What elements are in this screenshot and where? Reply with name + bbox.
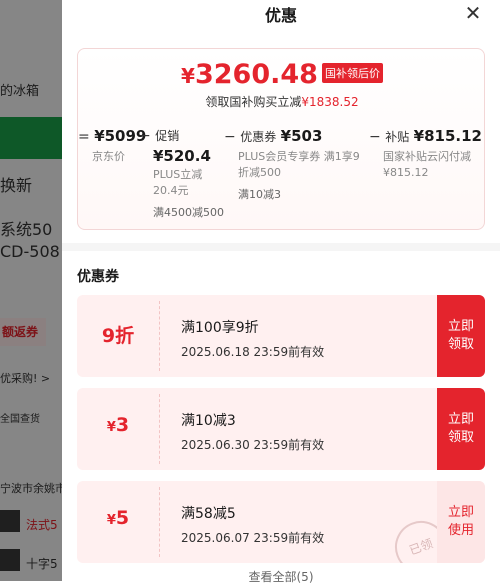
close-icon[interactable]: ✕	[460, 0, 486, 26]
button-label: 立即	[447, 319, 474, 334]
coupon-label: 优惠券	[240, 130, 277, 144]
coupon-value: ¥3	[77, 388, 159, 470]
operator: −	[224, 129, 236, 145]
subsidy-amount: ¥1838.52	[301, 95, 359, 109]
subsidy-label: 补贴	[385, 130, 410, 144]
button-label: 立即	[447, 505, 474, 520]
overlay-dim[interactable]	[0, 0, 62, 581]
coupon-amount: 3	[115, 414, 130, 436]
coupon-value: ¥503	[280, 127, 323, 145]
final-price: ¥3260.48 国补领后价	[78, 59, 484, 90]
promo-detail: 20.4元	[153, 184, 189, 197]
coupon-name: 满58减5	[181, 506, 236, 522]
coupon-amount: 9折	[101, 325, 135, 347]
coupon-name: 满100享9折	[181, 320, 259, 336]
coupon-card[interactable]: ¥5 满58减5 2025.06.07 23:59前有效 已领 立即 使用	[77, 481, 485, 563]
sheet-title: 优惠	[264, 6, 297, 25]
promo-block: − 促销	[139, 127, 179, 144]
currency-symbol: ¥	[106, 513, 116, 528]
subsidy-detail: 国家补贴云闪付减	[383, 150, 471, 163]
coupon-card[interactable]: 9折 满100享9折 2025.06.18 23:59前有效 立即 领取	[77, 295, 485, 377]
coupon-value: 9折	[77, 295, 159, 377]
coupon-card[interactable]: ¥3 满10减3 2025.06.30 23:59前有效 立即 领取	[77, 388, 485, 470]
button-label: 立即	[447, 412, 474, 427]
coupon-divider	[159, 487, 160, 557]
coupons-section-title: 优惠券	[77, 269, 119, 285]
subsidy-block: − 补贴 ¥815.12	[369, 127, 482, 145]
promo-label: 促销	[155, 129, 180, 143]
subsidy-value: ¥815.12	[413, 127, 482, 145]
coupon-block: − 优惠券 ¥503	[224, 127, 322, 145]
jd-price-label: 京东价	[92, 150, 125, 163]
coupon-expiry: 2025.06.07 23:59前有效	[181, 531, 325, 545]
operator: =	[78, 129, 90, 145]
operator: −	[139, 128, 151, 144]
claim-coupon-button[interactable]: 立即 领取	[437, 388, 485, 470]
claim-coupon-button[interactable]: 立即 领取	[437, 295, 485, 377]
promo-detail: 满4500减500	[153, 206, 224, 219]
coupon-amount: 5	[115, 507, 130, 529]
coupon-value: ¥5	[77, 481, 159, 563]
discount-sheet: 优惠 ✕ ¥3260.48 国补领后价 领取国补购买立减¥1838.52 = ¥5…	[62, 0, 500, 584]
coupon-detail: 满10减3	[238, 188, 281, 201]
subsidy-line: 领取国补购买立减¥1838.52	[78, 93, 484, 110]
subsidy-detail: ¥815.12	[383, 166, 429, 179]
operator: −	[369, 129, 381, 145]
coupon-expiry: 2025.06.18 23:59前有效	[181, 345, 325, 359]
coupon-detail: 折减500	[238, 166, 281, 179]
view-all-coupons-link[interactable]: 查看全部(5)	[62, 568, 500, 585]
price-summary-card: ¥3260.48 国补领后价 领取国补购买立减¥1838.52 = ¥5099 京…	[77, 48, 485, 230]
coupon-divider	[159, 394, 160, 464]
jd-price-block: = ¥5099	[78, 127, 146, 145]
coupon-info: 满100享9折 2025.06.18 23:59前有效	[181, 317, 324, 360]
currency-symbol: ¥	[181, 64, 195, 88]
coupon-expiry: 2025.06.30 23:59前有效	[181, 438, 325, 452]
coupon-detail: PLUS会员专享券 满1享9	[238, 150, 360, 163]
promo-detail: PLUS立减	[153, 168, 203, 181]
coupon-divider	[159, 301, 160, 371]
subsidy-text: 领取国补购买立减	[205, 95, 302, 109]
final-price-value: 3260.48	[194, 59, 318, 90]
coupon-info: 满10减3 2025.06.30 23:59前有效	[181, 410, 324, 453]
coupon-info: 满58减5 2025.06.07 23:59前有效	[181, 503, 324, 546]
price-breakdown: = ¥5099 京东价 − 促销 ¥520.4 PLUS立减 20.4元 满45…	[78, 127, 484, 229]
final-price-badge: 国补领后价	[321, 63, 383, 83]
promo-value: ¥520.4	[153, 147, 211, 165]
button-label: 领取	[447, 337, 474, 352]
button-label: 领取	[447, 430, 474, 445]
use-coupon-button[interactable]: 立即 使用	[437, 481, 485, 563]
section-divider	[62, 243, 500, 251]
currency-symbol: ¥	[106, 420, 116, 435]
coupon-name: 满10减3	[181, 413, 236, 429]
button-label: 使用	[447, 523, 474, 538]
